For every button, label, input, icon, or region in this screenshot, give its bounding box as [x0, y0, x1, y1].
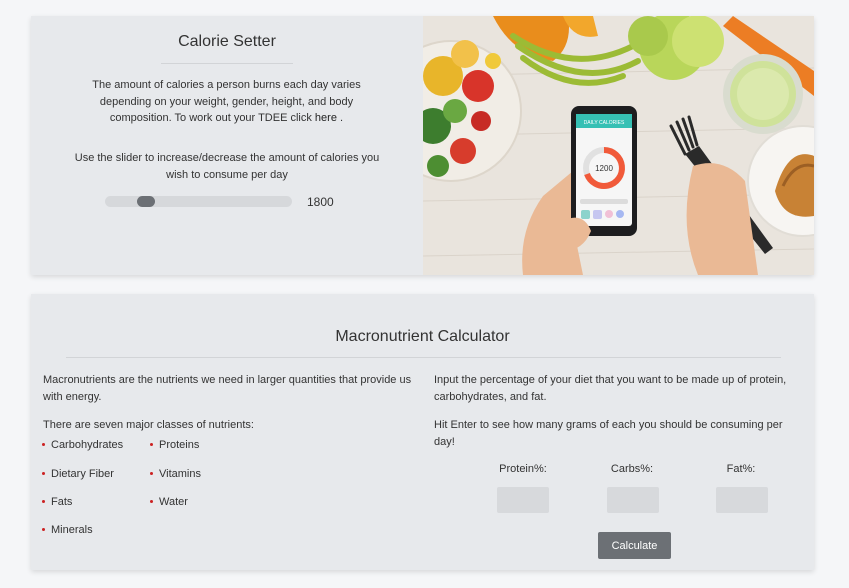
list-item: Water	[150, 496, 188, 508]
protein-input[interactable]	[497, 487, 549, 513]
macro-calculator-divider	[66, 357, 781, 358]
list-item: Minerals	[42, 524, 93, 536]
calorie-slider-thumb[interactable]	[137, 196, 155, 207]
nutrient-label: Carbohydrates	[51, 439, 124, 451]
nutrient-label: Fats	[51, 496, 73, 508]
calorie-setter-divider	[161, 63, 293, 64]
calculate-button[interactable]: Calculate	[598, 532, 671, 559]
nutrient-label: Proteins	[159, 439, 200, 451]
macro-instructions: Input the percentage of your diet that y…	[434, 374, 787, 403]
nutrient-label: Minerals	[51, 524, 93, 536]
carbs-label: Carbs%:	[610, 463, 654, 475]
calorie-setter-description: The amount of calories a person burns ea…	[79, 77, 374, 127]
bullet-icon	[150, 499, 153, 503]
list-item: Fats	[42, 496, 72, 508]
calorie-value: 1800	[307, 195, 334, 209]
macro-calculator-title: Macronutrient Calculator	[335, 328, 510, 345]
nutrient-label: Water	[159, 496, 188, 508]
carbs-input[interactable]	[607, 487, 659, 513]
list-item: Proteins	[150, 439, 199, 451]
nutrient-label: Vitamins	[159, 468, 201, 480]
salad-and-phone-image: DAILY CALORIES 1200	[423, 16, 814, 275]
page: Calorie Setter The amount of calories a …	[0, 0, 849, 588]
slider-instructions: Use the slider to increase/decrease the …	[74, 152, 380, 181]
list-item: Vitamins	[150, 468, 201, 480]
bullet-icon	[150, 471, 153, 475]
macro-calculator-card: Macronutrient Calculator Macronutrients …	[31, 294, 814, 570]
bullet-icon	[42, 499, 45, 503]
phone-screen-value: 1200	[595, 164, 613, 173]
macro-input-column: Input the percentage of your diet that y…	[434, 372, 804, 450]
bullet-icon	[42, 471, 45, 475]
fat-label: Fat%:	[726, 463, 756, 475]
nutrient-label: Dietary Fiber	[51, 468, 114, 480]
tdee-link[interactable]: here	[315, 112, 337, 124]
calorie-slider[interactable]	[105, 196, 292, 207]
calorie-setter-panel: Calorie Setter The amount of calories a …	[31, 16, 423, 275]
calorie-setter-title: Calorie Setter	[178, 33, 276, 50]
macro-hint: Hit Enter to see how many grams of each …	[434, 419, 783, 448]
protein-label: Protein%:	[499, 463, 547, 475]
list-item: Carbohydrates	[42, 439, 123, 451]
macro-intro: Macronutrients are the nutrients we need…	[43, 374, 412, 403]
macro-info-column: Macronutrients are the nutrients we need…	[43, 372, 413, 434]
bullet-icon	[150, 442, 153, 446]
bullet-icon	[42, 442, 45, 446]
phone-screen-title: DAILY CALORIES	[584, 120, 625, 126]
list-item: Dietary Fiber	[42, 468, 114, 480]
bullet-icon	[42, 527, 45, 531]
description-end: .	[340, 112, 344, 124]
fat-input[interactable]	[716, 487, 768, 513]
calorie-setter-card: Calorie Setter The amount of calories a …	[31, 16, 814, 275]
nutrient-classes-heading: There are seven major classes of nutrien…	[43, 419, 254, 431]
